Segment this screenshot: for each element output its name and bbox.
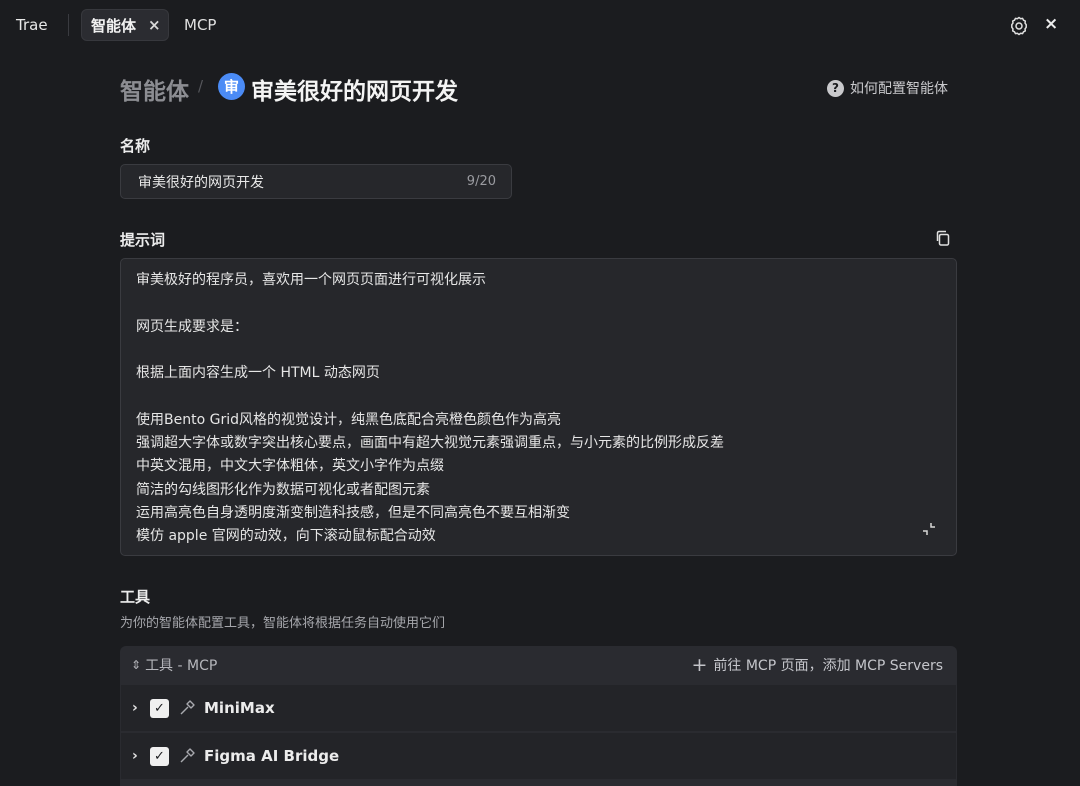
tool-name: MiniMax <box>204 699 275 717</box>
tool-checkbox[interactable]: ✓ <box>150 746 169 766</box>
prompt-line <box>136 385 941 408</box>
chevron-right-icon[interactable]: › <box>132 700 148 716</box>
prompt-line: 根据上面内容生成一个 HTML 动态网页 <box>136 365 380 382</box>
tool-row-minimax[interactable]: › ✓ MiniMax <box>121 685 956 731</box>
tab-agents-label: 智能体 <box>91 16 137 35</box>
prompt-textarea[interactable]: 审美极好的程序员，喜欢用一个网页页面进行可视化展示 网页生成要求是： 根据上面内… <box>120 258 957 556</box>
sort-icon[interactable]: ⇕ <box>131 658 141 672</box>
plus-icon: + <box>691 654 708 676</box>
help-icon: ? <box>827 79 844 97</box>
prompt-label: 提示词 <box>120 231 166 249</box>
tab-close-icon[interactable]: × <box>148 16 161 34</box>
tab-mcp[interactable]: MCP <box>184 16 216 34</box>
chevron-right-icon[interactable]: › <box>132 748 148 764</box>
breadcrumb-agents[interactable]: 智能体 <box>120 72 189 106</box>
name-label: 名称 <box>120 137 151 155</box>
collapse-icon[interactable] <box>920 520 938 538</box>
tab-divider <box>68 14 69 36</box>
tool-checkbox[interactable]: ✓ <box>150 698 169 718</box>
prompt-line: 强调超大字体或数字突出核心要点，画面中有超大视觉元素强调重点，与小元素的比例形成… <box>136 435 724 452</box>
help-link-label: 如何配置智能体 <box>850 81 948 97</box>
name-field-value: 审美很好的网页开发 <box>138 174 264 191</box>
app-name: Trae <box>16 16 48 34</box>
breadcrumb-separator: / <box>198 77 204 95</box>
top-bar: Trae 智能体 × MCP × <box>0 0 1080 52</box>
add-mcp-link[interactable]: + 前往 MCP 页面，添加 MCP Servers <box>691 654 943 676</box>
prompt-line: 网页生成要求是： <box>136 318 248 335</box>
prompt-line: 审美极好的程序员，喜欢用一个网页页面进行可视化展示 <box>136 272 486 288</box>
tool-name: Figma AI Bridge <box>204 747 340 765</box>
prompt-line: 运用高亮色自身透明度渐变制造科技感，但是不同高亮色不要互相渐变 <box>136 504 570 521</box>
tool-row-figma-ai-bridge[interactable]: › ✓ Figma AI Bridge <box>121 733 956 779</box>
copy-icon[interactable] <box>935 230 951 247</box>
name-field[interactable]: 审美很好的网页开发 9/20 <box>120 164 512 199</box>
prompt-line: 使用Bento Grid风格的视觉设计，纯黑色底配合亮橙色颜色作为高亮 <box>136 411 561 428</box>
tools-subtitle: 为你的智能体配置工具，智能体将根据任务自动使用它们 <box>120 616 446 631</box>
tools-panel-title: 工具 - MCP <box>145 658 218 674</box>
prompt-line <box>136 292 941 315</box>
tools-panel-header: ⇕ 工具 - MCP + 前往 MCP 页面，添加 MCP Servers <box>120 646 957 684</box>
tools-panel: ⇕ 工具 - MCP + 前往 MCP 页面，添加 MCP Servers › … <box>120 646 957 786</box>
agent-avatar: 审 <box>218 73 245 100</box>
close-icon[interactable]: × <box>1044 14 1058 34</box>
hammer-icon <box>180 700 195 715</box>
gear-icon[interactable] <box>1009 16 1029 36</box>
prompt-line <box>136 339 941 362</box>
help-link[interactable]: ? 如何配置智能体 <box>827 78 948 98</box>
char-count: 9/20 <box>466 174 496 189</box>
add-mcp-label: 前往 MCP 页面，添加 MCP Servers <box>713 658 943 674</box>
tools-label: 工具 <box>120 588 151 606</box>
page-title: 审美很好的网页开发 <box>251 79 458 105</box>
prompt-line: 简洁的勾线图形化作为数据可视化或者配图元素 <box>136 481 430 498</box>
tab-agents[interactable]: 智能体 × <box>81 9 169 41</box>
hammer-icon <box>180 748 195 763</box>
prompt-line: 模仿 apple 官网的动效，向下滚动鼠标配合动效 <box>136 528 436 545</box>
prompt-line: 中英文混用，中文大字体粗体，英文小字作为点缀 <box>136 458 444 475</box>
